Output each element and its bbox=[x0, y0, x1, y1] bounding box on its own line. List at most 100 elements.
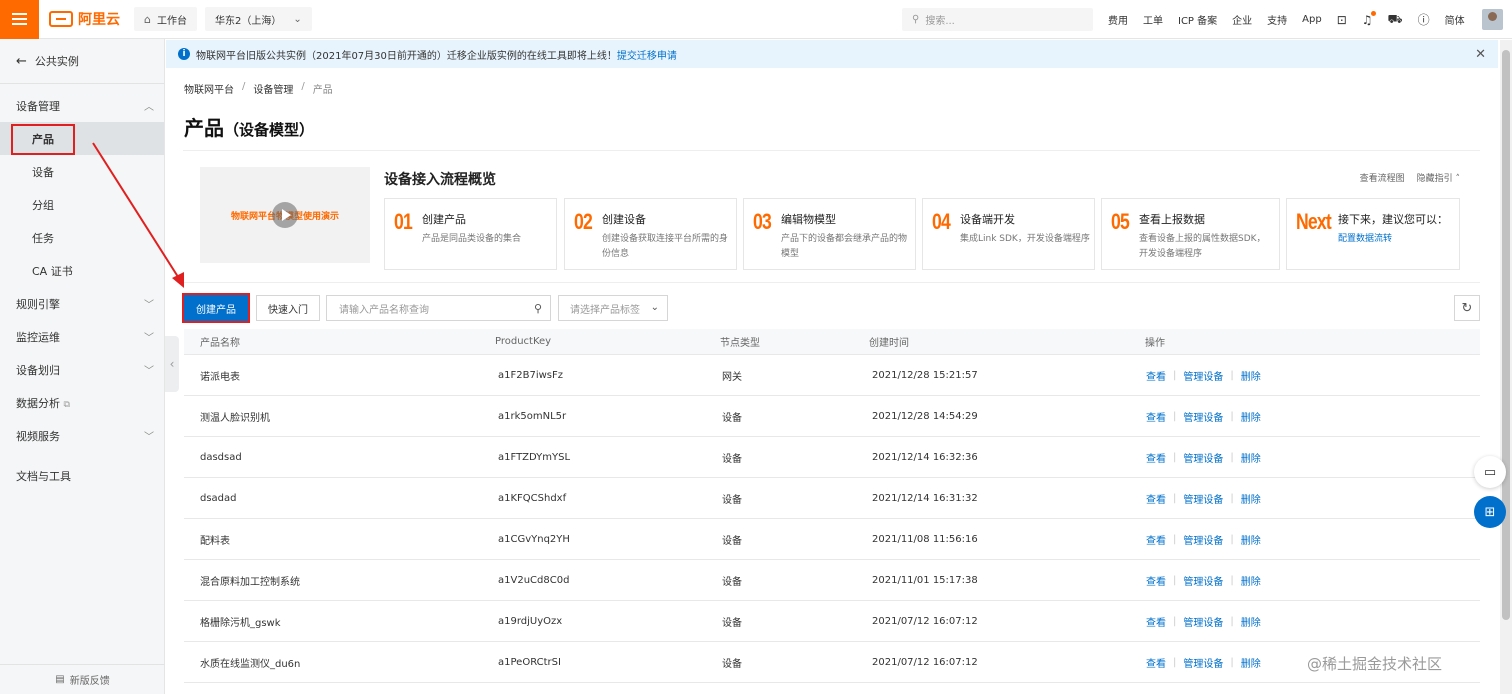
action-separator: | bbox=[1173, 574, 1177, 586]
scrollbar-thumb[interactable] bbox=[1502, 50, 1510, 620]
row-actions: 查看 | 管理设备 | 删除 bbox=[1146, 655, 1261, 670]
guide-step-1[interactable]: 01 创建产品 产品是同品类设备的集合 bbox=[384, 198, 557, 270]
table-row: 诺派电表 a1F2B7iwsFz 网关 2021/12/28 15:21:57 查看 | 管… bbox=[184, 355, 1480, 396]
column-header: 产品名称 bbox=[200, 338, 240, 349]
sidebar-group-rule-engine[interactable]: 规则引擎 ﹀ bbox=[0, 287, 164, 320]
delete-link[interactable]: 删除 bbox=[1241, 450, 1261, 465]
delete-link[interactable]: 删除 bbox=[1241, 614, 1261, 629]
product-key: a1V2uCd8C0d bbox=[498, 574, 570, 586]
delete-link[interactable]: 删除 bbox=[1241, 368, 1261, 383]
manage-devices-link[interactable]: 管理设备 bbox=[1183, 532, 1223, 547]
action-separator: | bbox=[1230, 574, 1234, 586]
table-row: 格栅除污机_gswk a19rdjUyOzx 设备 2021/07/12 16:07:… bbox=[184, 601, 1480, 642]
manage-devices-link[interactable]: 管理设备 bbox=[1183, 450, 1223, 465]
guide-step-4[interactable]: 04 设备端开发 集成Link SDK，开发设备端程序 bbox=[922, 198, 1095, 270]
view-link[interactable]: 查看 bbox=[1146, 409, 1166, 424]
guide-step-next[interactable]: Next 接下来，建议您可以： 配置数据流转 bbox=[1286, 198, 1460, 270]
sidebar-item-group[interactable]: 分组 bbox=[0, 188, 164, 221]
bell-icon[interactable]: ♫ bbox=[1362, 10, 1376, 27]
guide-step-5[interactable]: 05 查看上报数据 查看设备上报的属性数据SDK，开发设备端程序 bbox=[1101, 198, 1280, 270]
quickstart-button[interactable]: 快速入门 bbox=[256, 295, 320, 321]
product-key: a1CGvYnq2YH bbox=[498, 533, 570, 545]
feedback-link[interactable]: ▤ 新版反馈 bbox=[0, 664, 165, 694]
nav-ticket[interactable]: 工单 bbox=[1143, 12, 1163, 27]
product-name: 格栅除污机_gswk bbox=[200, 617, 281, 629]
page-scrollbar[interactable] bbox=[1500, 40, 1512, 694]
breadcrumb-item[interactable]: 物联网平台 bbox=[184, 81, 234, 96]
nav-icp[interactable]: ICP 备案 bbox=[1178, 12, 1217, 27]
sidebar-group-device-assign[interactable]: 设备划归 ﹀ bbox=[0, 353, 164, 386]
view-flowchart-link[interactable]: 查看流程图 bbox=[1360, 171, 1405, 184]
view-link[interactable]: 查看 bbox=[1146, 368, 1166, 383]
view-link[interactable]: 查看 bbox=[1146, 491, 1166, 506]
chat-icon[interactable]: ▭ bbox=[1474, 456, 1506, 488]
row-actions: 查看 | 管理设备 | 删除 bbox=[1146, 573, 1261, 588]
refresh-button[interactable]: ↻ bbox=[1454, 295, 1480, 321]
action-separator: | bbox=[1230, 410, 1234, 422]
product-name: 诺派电表 bbox=[200, 371, 240, 383]
delete-link[interactable]: 删除 bbox=[1241, 409, 1261, 424]
search-icon[interactable]: ⚲ bbox=[534, 302, 542, 315]
manage-devices-link[interactable]: 管理设备 bbox=[1183, 655, 1223, 670]
workbench-label: 工作台 bbox=[156, 15, 187, 27]
play-icon[interactable] bbox=[272, 202, 298, 228]
action-separator: | bbox=[1230, 369, 1234, 381]
global-search-input[interactable]: ⚲ 搜索... bbox=[902, 8, 1093, 31]
sidebar-group-monitoring[interactable]: 监控运维 ﹀ bbox=[0, 320, 164, 353]
lang-switch[interactable]: 简体 bbox=[1445, 12, 1465, 27]
manage-devices-link[interactable]: 管理设备 bbox=[1183, 573, 1223, 588]
sidebar-item-task[interactable]: 任务 bbox=[0, 221, 164, 254]
apps-icon[interactable]: ⊞ bbox=[1474, 496, 1506, 528]
notice-link[interactable]: 提交迁移申请 bbox=[617, 47, 677, 62]
nav-enterprise[interactable]: 企业 bbox=[1232, 12, 1252, 27]
view-link[interactable]: 查看 bbox=[1146, 450, 1166, 465]
breadcrumb-item[interactable]: 设备管理 bbox=[253, 81, 293, 96]
close-icon[interactable]: ✕ bbox=[1475, 47, 1486, 62]
chevron-down-icon: ﹀ bbox=[144, 366, 154, 377]
product-name: 测温人脸识别机 bbox=[200, 412, 270, 424]
workbench-button[interactable]: ⌂ 工作台 bbox=[134, 7, 197, 31]
demo-video[interactable]: 物联网平台物模型使用演示 bbox=[200, 167, 370, 263]
user-avatar[interactable] bbox=[1482, 9, 1503, 30]
sidebar-group-data-analysis[interactable]: 数据分析 ⧉ bbox=[0, 386, 164, 419]
help-icon[interactable]: ⓘ bbox=[1418, 11, 1430, 28]
product-name: 水质在线监测仪_du6n bbox=[200, 658, 301, 670]
nav-app[interactable]: App bbox=[1302, 14, 1322, 25]
sidebar-group-video[interactable]: 视频服务 ﹀ bbox=[0, 419, 164, 452]
sidebar-item-ca-cert[interactable]: CA 证书 bbox=[0, 254, 164, 287]
sidebar-group-device-management[interactable]: 设备管理 ︿ bbox=[0, 89, 164, 122]
delete-link[interactable]: 删除 bbox=[1241, 532, 1261, 547]
sidebar-collapse-button[interactable]: ‹ bbox=[165, 336, 179, 392]
sidebar-group-docs-tools[interactable]: 文档与工具 bbox=[0, 459, 164, 492]
delete-link[interactable]: 删除 bbox=[1241, 491, 1261, 506]
brand-logo[interactable]: 阿里云 bbox=[49, 9, 120, 29]
back-to-instances[interactable]: ← 公共实例 bbox=[0, 39, 164, 84]
product-search-input[interactable]: 请输入产品名称查询 ⚲ bbox=[326, 295, 551, 321]
manage-devices-link[interactable]: 管理设备 bbox=[1183, 491, 1223, 506]
cart-icon[interactable]: ⛟ bbox=[1388, 12, 1403, 28]
delete-link[interactable]: 删除 bbox=[1241, 655, 1261, 670]
configure-dataflow-link[interactable]: 配置数据流转 bbox=[1338, 232, 1468, 247]
guide-step-3[interactable]: 03 编辑物模型 产品下的设备都会继承产品的物模型 bbox=[743, 198, 916, 270]
hide-guide-link[interactable]: 隐藏指引 ˄ bbox=[1417, 171, 1460, 184]
watermark: @稀土掘金技术社区 bbox=[1307, 655, 1443, 673]
view-link[interactable]: 查看 bbox=[1146, 532, 1166, 547]
nav-support[interactable]: 支持 bbox=[1267, 12, 1287, 27]
product-key: a1rk5omNL5r bbox=[498, 410, 567, 422]
row-actions: 查看 | 管理设备 | 删除 bbox=[1146, 614, 1261, 629]
manage-devices-link[interactable]: 管理设备 bbox=[1183, 368, 1223, 383]
delete-link[interactable]: 删除 bbox=[1241, 573, 1261, 588]
menu-icon[interactable] bbox=[0, 0, 39, 39]
guide-step-2[interactable]: 02 创建设备 创建设备获取连接平台所需的身份信息 bbox=[564, 198, 737, 270]
view-link[interactable]: 查看 bbox=[1146, 614, 1166, 629]
manage-devices-link[interactable]: 管理设备 bbox=[1183, 614, 1223, 629]
sidebar: ← 公共实例 设备管理 ︿ 产品 设备 分组 任务 CA 证书 规则引擎 ﹀ 监… bbox=[0, 39, 165, 694]
view-link[interactable]: 查看 bbox=[1146, 573, 1166, 588]
sidebar-item-device[interactable]: 设备 bbox=[0, 155, 164, 188]
terminal-icon[interactable]: ⊡ bbox=[1337, 13, 1347, 27]
nav-billing[interactable]: 费用 bbox=[1108, 12, 1128, 27]
view-link[interactable]: 查看 bbox=[1146, 655, 1166, 670]
manage-devices-link[interactable]: 管理设备 bbox=[1183, 409, 1223, 424]
region-selector[interactable]: 华东2（上海） ⌄ bbox=[204, 7, 312, 31]
product-tag-select[interactable]: 请选择产品标签 ⌄ bbox=[558, 295, 668, 321]
